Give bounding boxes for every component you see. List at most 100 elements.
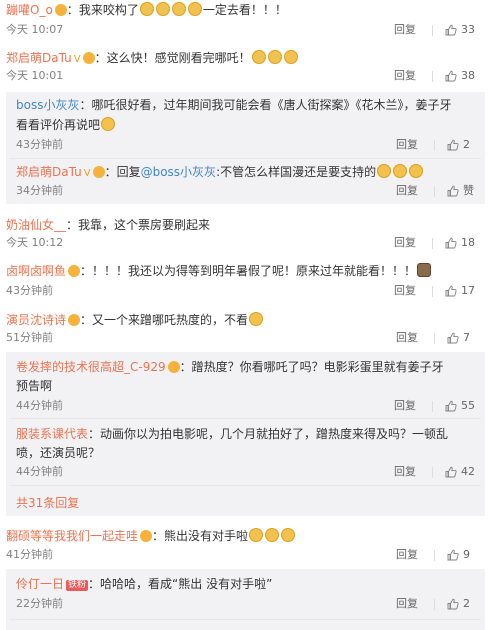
colon: ：: [66, 3, 79, 17]
reply-body: 哈哈哈，看成“熊出 没有对手啦”: [100, 577, 273, 591]
reply-thread: 伶仃一日 铁粉 ：哈哈哈，看成“熊出 没有对手啦” 22分钟前 回复 2: [6, 569, 485, 630]
comment-author[interactable]: 奶油仙女__: [6, 218, 66, 232]
reply-button[interactable]: 回复: [390, 398, 420, 414]
reply-body: 蹭热度？你看哪吒了吗？电影彩蛋里就有姜子牙: [191, 360, 444, 374]
colon: ：: [104, 165, 117, 179]
fan-badge: 铁粉: [66, 580, 89, 591]
comment-author[interactable]: 郑启萌DaTu: [6, 51, 72, 65]
reply-author[interactable]: 卷发摔的技术很高超_C-929: [16, 360, 166, 374]
colon: ：: [79, 98, 92, 112]
comment-body: 熊出没有对手啦: [164, 529, 249, 543]
reply-button[interactable]: 回复: [392, 183, 422, 199]
comment-time: 今天 10:07: [6, 23, 64, 36]
comment-body: 这么快！感觉刚看完哪吒！: [106, 51, 251, 65]
reply-time: 34分钟前: [16, 184, 63, 197]
vip-icon: [92, 166, 105, 178]
vip-icon: [82, 52, 95, 64]
like-count: 38: [461, 69, 475, 82]
emoji-icon: [155, 2, 170, 16]
like-count: 55: [461, 399, 475, 412]
like-button[interactable]: 42: [445, 464, 475, 480]
reply-body: 动画你以为拍电影呢，几个月就拍好了，蹭热度来得及吗？一顿乱: [100, 427, 449, 441]
reply-body-tail: 预告啊: [16, 379, 53, 393]
comment-author[interactable]: 演员沈诗诗: [6, 313, 66, 327]
like-count: 33: [461, 23, 475, 36]
divider: [432, 285, 433, 297]
vip-icon: [140, 530, 153, 542]
divider: [432, 237, 433, 249]
reply-text-line: 看看评价再说吧: [16, 116, 479, 134]
like-button[interactable]: 9: [447, 547, 475, 563]
comment-time: 43分钟前: [6, 284, 53, 297]
comment-author[interactable]: 翻硕等等我我们一起走哇: [6, 529, 138, 543]
divider: [432, 24, 433, 36]
reply-author[interactable]: 伶仃一日: [16, 577, 64, 591]
reply-button[interactable]: 回复: [390, 22, 420, 38]
reply-button[interactable]: 回复: [392, 547, 422, 563]
like-button[interactable]: 2: [447, 137, 475, 153]
reply-button[interactable]: 回复: [392, 330, 422, 346]
reply-button[interactable]: 回复: [390, 464, 420, 480]
vip-icon: [68, 265, 81, 277]
verified-v-icon: V: [83, 168, 91, 179]
like-button[interactable]: 38: [445, 68, 475, 84]
like-button[interactable]: 33: [445, 22, 475, 38]
reply-text-line: boss小灰灰：哪吒很好看，过年期间我可能会看《唐人街探案》《花木兰》，姜子牙: [16, 96, 479, 114]
colon: ：: [88, 577, 101, 591]
colon: ：: [80, 264, 93, 278]
reply-actions: 回复 55: [390, 398, 475, 414]
thumbs-up-icon: [447, 185, 459, 197]
like-button[interactable]: 17: [445, 283, 475, 299]
emoji-icon: [249, 312, 264, 326]
like-count: 17: [461, 284, 475, 297]
divider: [434, 549, 435, 561]
thumbs-up-icon: [445, 466, 457, 478]
like-count: 18: [461, 236, 475, 249]
reply-body: 哪吒很好看，过年期间我可能会看《唐人街探案》《花木兰》，姜子牙: [91, 98, 452, 112]
thumbs-up-icon: [445, 285, 457, 297]
comment-author[interactable]: 卤啊卤啊鱼: [6, 264, 66, 278]
reply-button[interactable]: 回复: [390, 68, 420, 84]
reply-text-line: 伶仃一日 铁粉 ：哈哈哈，看成“熊出 没有对手啦”: [16, 575, 479, 593]
like-button[interactable]: 7: [447, 330, 475, 346]
like-count: 7: [463, 331, 470, 344]
more-replies-link[interactable]: 共31条回复: [16, 494, 79, 511]
mention-link[interactable]: @boss小灰灰: [141, 165, 216, 179]
reply-time: 44分钟前: [16, 399, 63, 412]
reply-button[interactable]: 回复: [390, 235, 420, 251]
emoji-icon: [267, 50, 282, 64]
reply-button[interactable]: 回复: [392, 596, 422, 612]
like-button[interactable]: 18: [445, 235, 475, 251]
comment-body: ！！！我还以为得等到明年暑假了呢！原来过年就能看！！！: [92, 264, 417, 278]
thumbs-up-icon: [447, 332, 459, 344]
reply-actions: 回复 42: [390, 464, 475, 480]
divider: [432, 70, 433, 82]
reply-author[interactable]: boss小灰灰: [16, 98, 79, 112]
reply-body-tail: 喷，还演员呢？: [16, 446, 101, 460]
reply-author[interactable]: 郑启萌DaTu: [16, 165, 82, 179]
emoji-icon: [139, 2, 154, 16]
reply-text-line: 服装系课代表：动画你以为拍电影呢，几个月就拍好了，蹭热度来得及吗？一顿乱: [16, 425, 479, 443]
colon: ：: [152, 529, 165, 543]
comment-actions: 回复 38: [390, 68, 475, 84]
reply-prefix: 回复: [116, 165, 141, 179]
divider: [10, 619, 481, 620]
colon: ：: [80, 313, 93, 327]
emoji-icon: [377, 164, 392, 178]
emoji-icon: [249, 528, 264, 542]
emoji-icon: [265, 528, 280, 542]
like-button[interactable]: 2: [447, 596, 475, 612]
reply-button[interactable]: 回复: [390, 283, 420, 299]
comment-text-line: 翻硕等等我我们一起走哇 ：熊出没有对手啦: [6, 527, 485, 545]
like-button[interactable]: 55: [445, 398, 475, 414]
reply-author[interactable]: 服装系课代表: [16, 427, 88, 441]
thumbs-up-icon: [445, 70, 457, 82]
comment-author[interactable]: 蹦嚾O_o: [6, 3, 53, 17]
like-button[interactable]: 赞: [447, 183, 475, 199]
reply-body-tail: 看看评价再说吧: [16, 118, 101, 132]
reply-button[interactable]: 回复: [392, 137, 422, 153]
emoji-icon: [283, 50, 298, 64]
reply-actions: 回复 2: [392, 137, 475, 153]
emoji-icon: [171, 2, 186, 16]
like-count: 9: [463, 548, 470, 561]
